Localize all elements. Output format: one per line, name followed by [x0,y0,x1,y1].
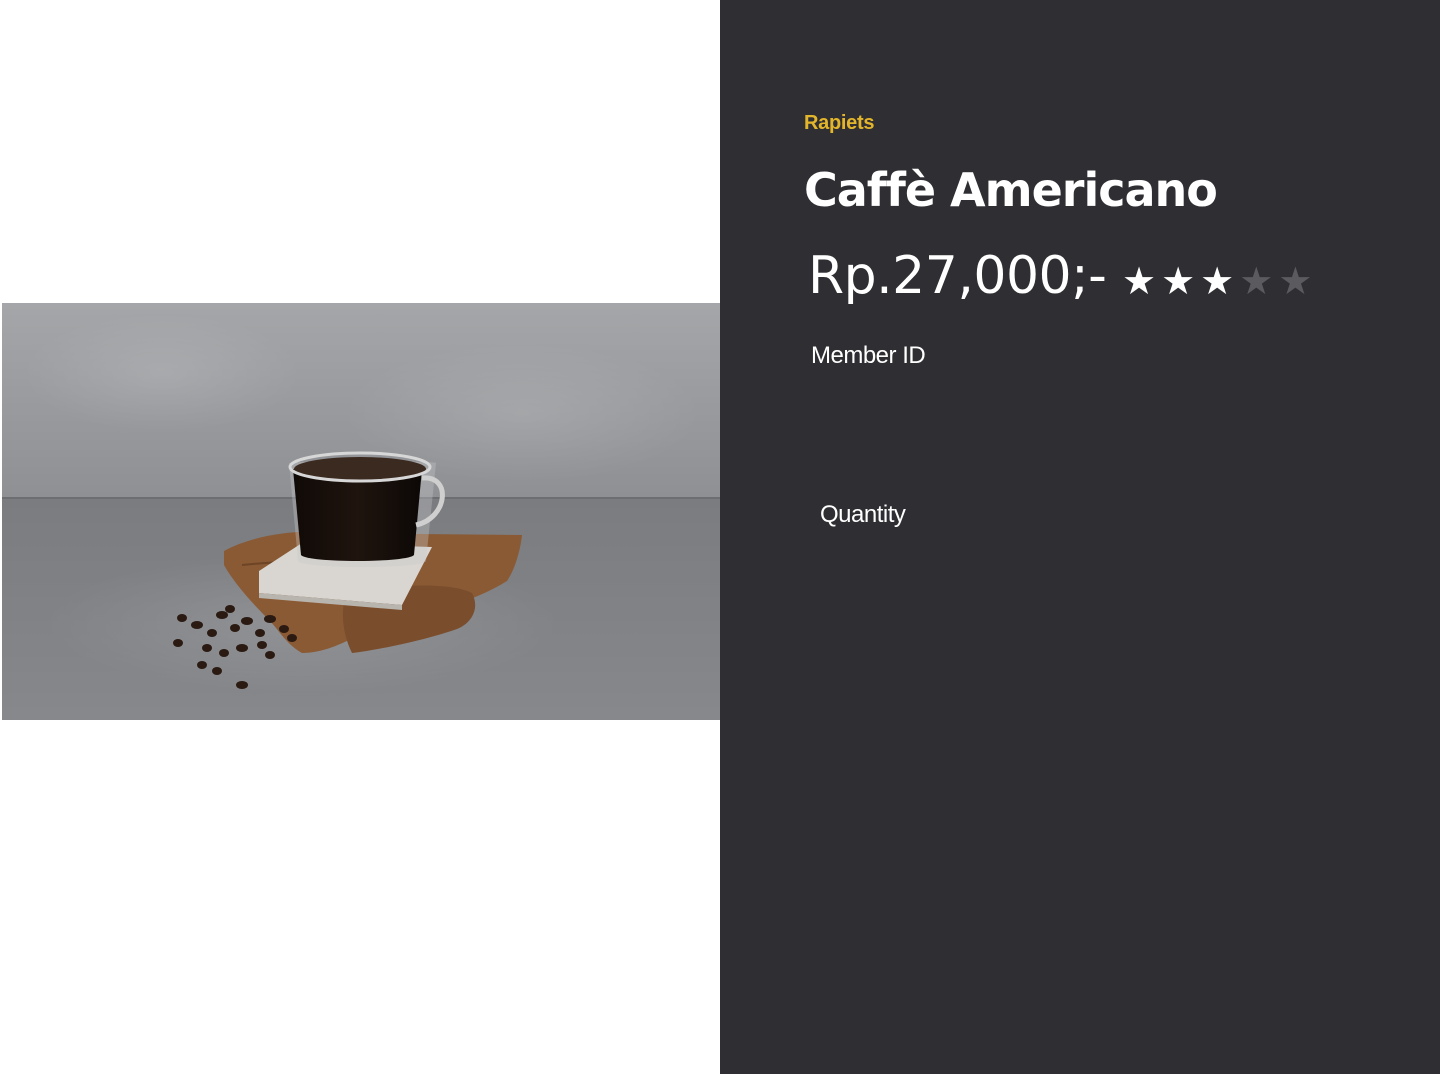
product-title: Caffè Americano [804,163,1218,217]
quantity-label: Quantity [820,501,906,528]
product-price: Rp.27,000;- [808,246,1107,306]
product-photo [2,303,720,720]
star-filled-icon: ★ [1200,259,1235,303]
product-details-panel: Rapiets Caffè Americano Rp.27,000;- ★ ★ ★ ★… [720,0,1440,1074]
member-id-label: Member ID [811,342,926,369]
star-filled-icon: ★ [1161,259,1196,303]
star-empty-icon: ★ [1278,259,1313,303]
star-rating: ★ ★ ★ ★ ★ [1122,261,1312,301]
image-pane [0,0,720,1074]
star-filled-icon: ★ [1122,259,1157,303]
star-empty-icon: ★ [1239,259,1274,303]
brand-label: Rapiets [804,112,875,134]
